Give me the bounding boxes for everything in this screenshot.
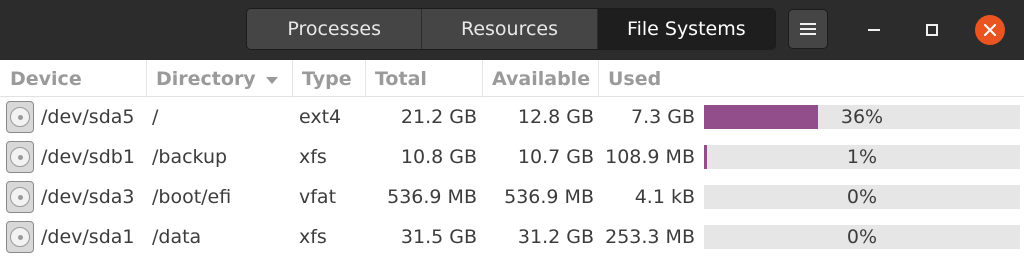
tab-processes[interactable]: Processes [247,9,423,49]
usage-bar: 0% [704,225,1020,249]
close-button[interactable] [973,13,1007,47]
close-icon [984,24,996,36]
table-row[interactable]: /dev/sdb1 /backup xfs 10.8 GB 10.7 GB 10… [0,137,1024,177]
usage-percent: 0% [846,226,878,248]
tab-resources[interactable]: Resources [422,9,598,49]
hard-disk-icon [6,181,34,213]
view-switcher: Processes Resources File Systems [246,8,776,50]
device-cell: /dev/sdb1 [41,146,135,168]
column-header-used[interactable]: Used [599,60,1024,97]
usage-percent: 1% [846,146,878,168]
total-cell: 31.5 GB [400,226,477,248]
used-cell: 4.1 kB [634,186,695,208]
available-cell: 10.7 GB [517,146,594,168]
minimize-button[interactable] [857,13,891,47]
main-menu-button[interactable] [788,9,828,49]
hamburger-icon [800,23,816,35]
total-cell: 536.9 MB [387,186,477,208]
table-header: Device Directory Type Total Available Us… [0,60,1024,97]
maximize-button[interactable] [915,13,949,47]
used-cell: 108.9 MB [605,146,695,168]
used-cell: 253.3 MB [605,226,695,248]
total-cell: 10.8 GB [400,146,477,168]
table-row[interactable]: /dev/sda1 /data xfs 31.5 GB 31.2 GB 253.… [0,217,1024,257]
sort-descending-icon [265,76,278,84]
hard-disk-icon [6,141,34,173]
usage-bar: 0% [704,185,1020,209]
table-row[interactable]: /dev/sda5 / ext4 21.2 GB 12.8 GB 7.3 GB … [0,97,1024,137]
device-cell: /dev/sda5 [41,106,135,128]
total-cell: 21.2 GB [400,106,477,128]
header-bar: Processes Resources File Systems [0,0,1024,60]
column-header-directory[interactable]: Directory [147,60,293,97]
table-row[interactable]: /dev/sda3 /boot/efi vfat 536.9 MB 536.9 … [0,177,1024,217]
usage-percent: 36% [840,106,884,128]
available-cell: 12.8 GB [517,106,594,128]
column-header-available[interactable]: Available [483,60,599,97]
directory-cell: /backup [152,146,228,168]
type-cell: vfat [299,186,337,208]
column-header-total[interactable]: Total [366,60,483,97]
device-cell: /dev/sda1 [41,226,135,248]
device-cell: /dev/sda3 [41,186,135,208]
hard-disk-icon [6,101,34,133]
type-cell: ext4 [299,106,342,128]
minimize-icon [868,29,880,31]
tab-file-systems[interactable]: File Systems [597,9,775,49]
available-cell: 31.2 GB [517,226,594,248]
directory-cell: / [152,106,159,128]
directory-cell: /data [152,226,202,248]
maximize-icon [926,24,938,36]
usage-bar: 36% [704,105,1020,129]
column-header-device[interactable]: Device [0,60,147,97]
column-header-type[interactable]: Type [293,60,366,97]
usage-bar: 1% [704,145,1020,169]
directory-cell: /boot/efi [152,186,232,208]
type-cell: xfs [299,146,327,168]
type-cell: xfs [299,226,327,248]
used-cell: 7.3 GB [630,106,695,128]
usage-percent: 0% [846,186,878,208]
available-cell: 536.9 MB [504,186,594,208]
hard-disk-icon [6,221,34,253]
